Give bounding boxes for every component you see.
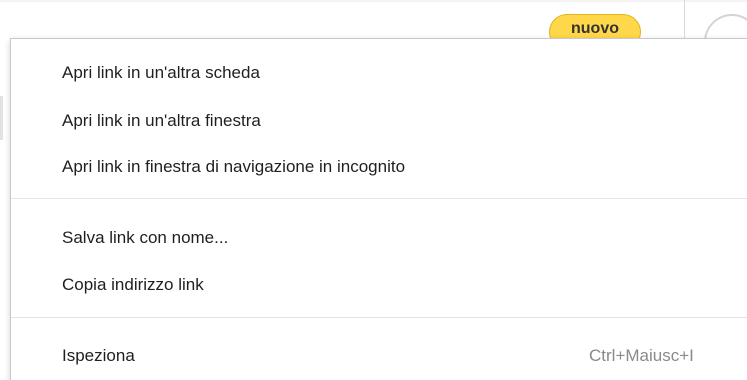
menu-item-label: Ispeziona (62, 346, 135, 365)
menu-item-save-link-as[interactable]: Salva link con nome... (11, 216, 747, 260)
menu-item-label: Copia indirizzo link (62, 275, 204, 294)
menu-item-label: Apri link in un'altra finestra (62, 111, 261, 130)
menu-item-shortcut: Ctrl+Maiusc+I (589, 346, 694, 365)
link-context-menu: Apri link in un'altra scheda Apri link i… (10, 38, 747, 380)
menu-item-label: Salva link con nome... (62, 228, 229, 247)
menu-item-label: Apri link in un'altra scheda (62, 63, 260, 82)
background-edge-mark (0, 96, 3, 140)
page-stage: nuovo Apri link in un'altra scheda Apri … (0, 0, 747, 380)
menu-item-copy-link-address[interactable]: Copia indirizzo link (11, 263, 747, 307)
menu-item-inspect[interactable]: Ispeziona Ctrl+Maiusc+I (11, 334, 747, 378)
menu-item-label: Apri link in finestra di navigazione in … (62, 157, 406, 176)
menu-separator (11, 317, 747, 318)
menu-item-open-link-new-window[interactable]: Apri link in un'altra finestra (11, 99, 747, 143)
background-divider (684, 0, 685, 40)
background-top-line (0, 0, 747, 2)
menu-item-open-link-incognito[interactable]: Apri link in finestra di navigazione in … (11, 145, 747, 189)
menu-separator (11, 198, 747, 199)
menu-item-open-link-new-tab[interactable]: Apri link in un'altra scheda (11, 51, 747, 95)
